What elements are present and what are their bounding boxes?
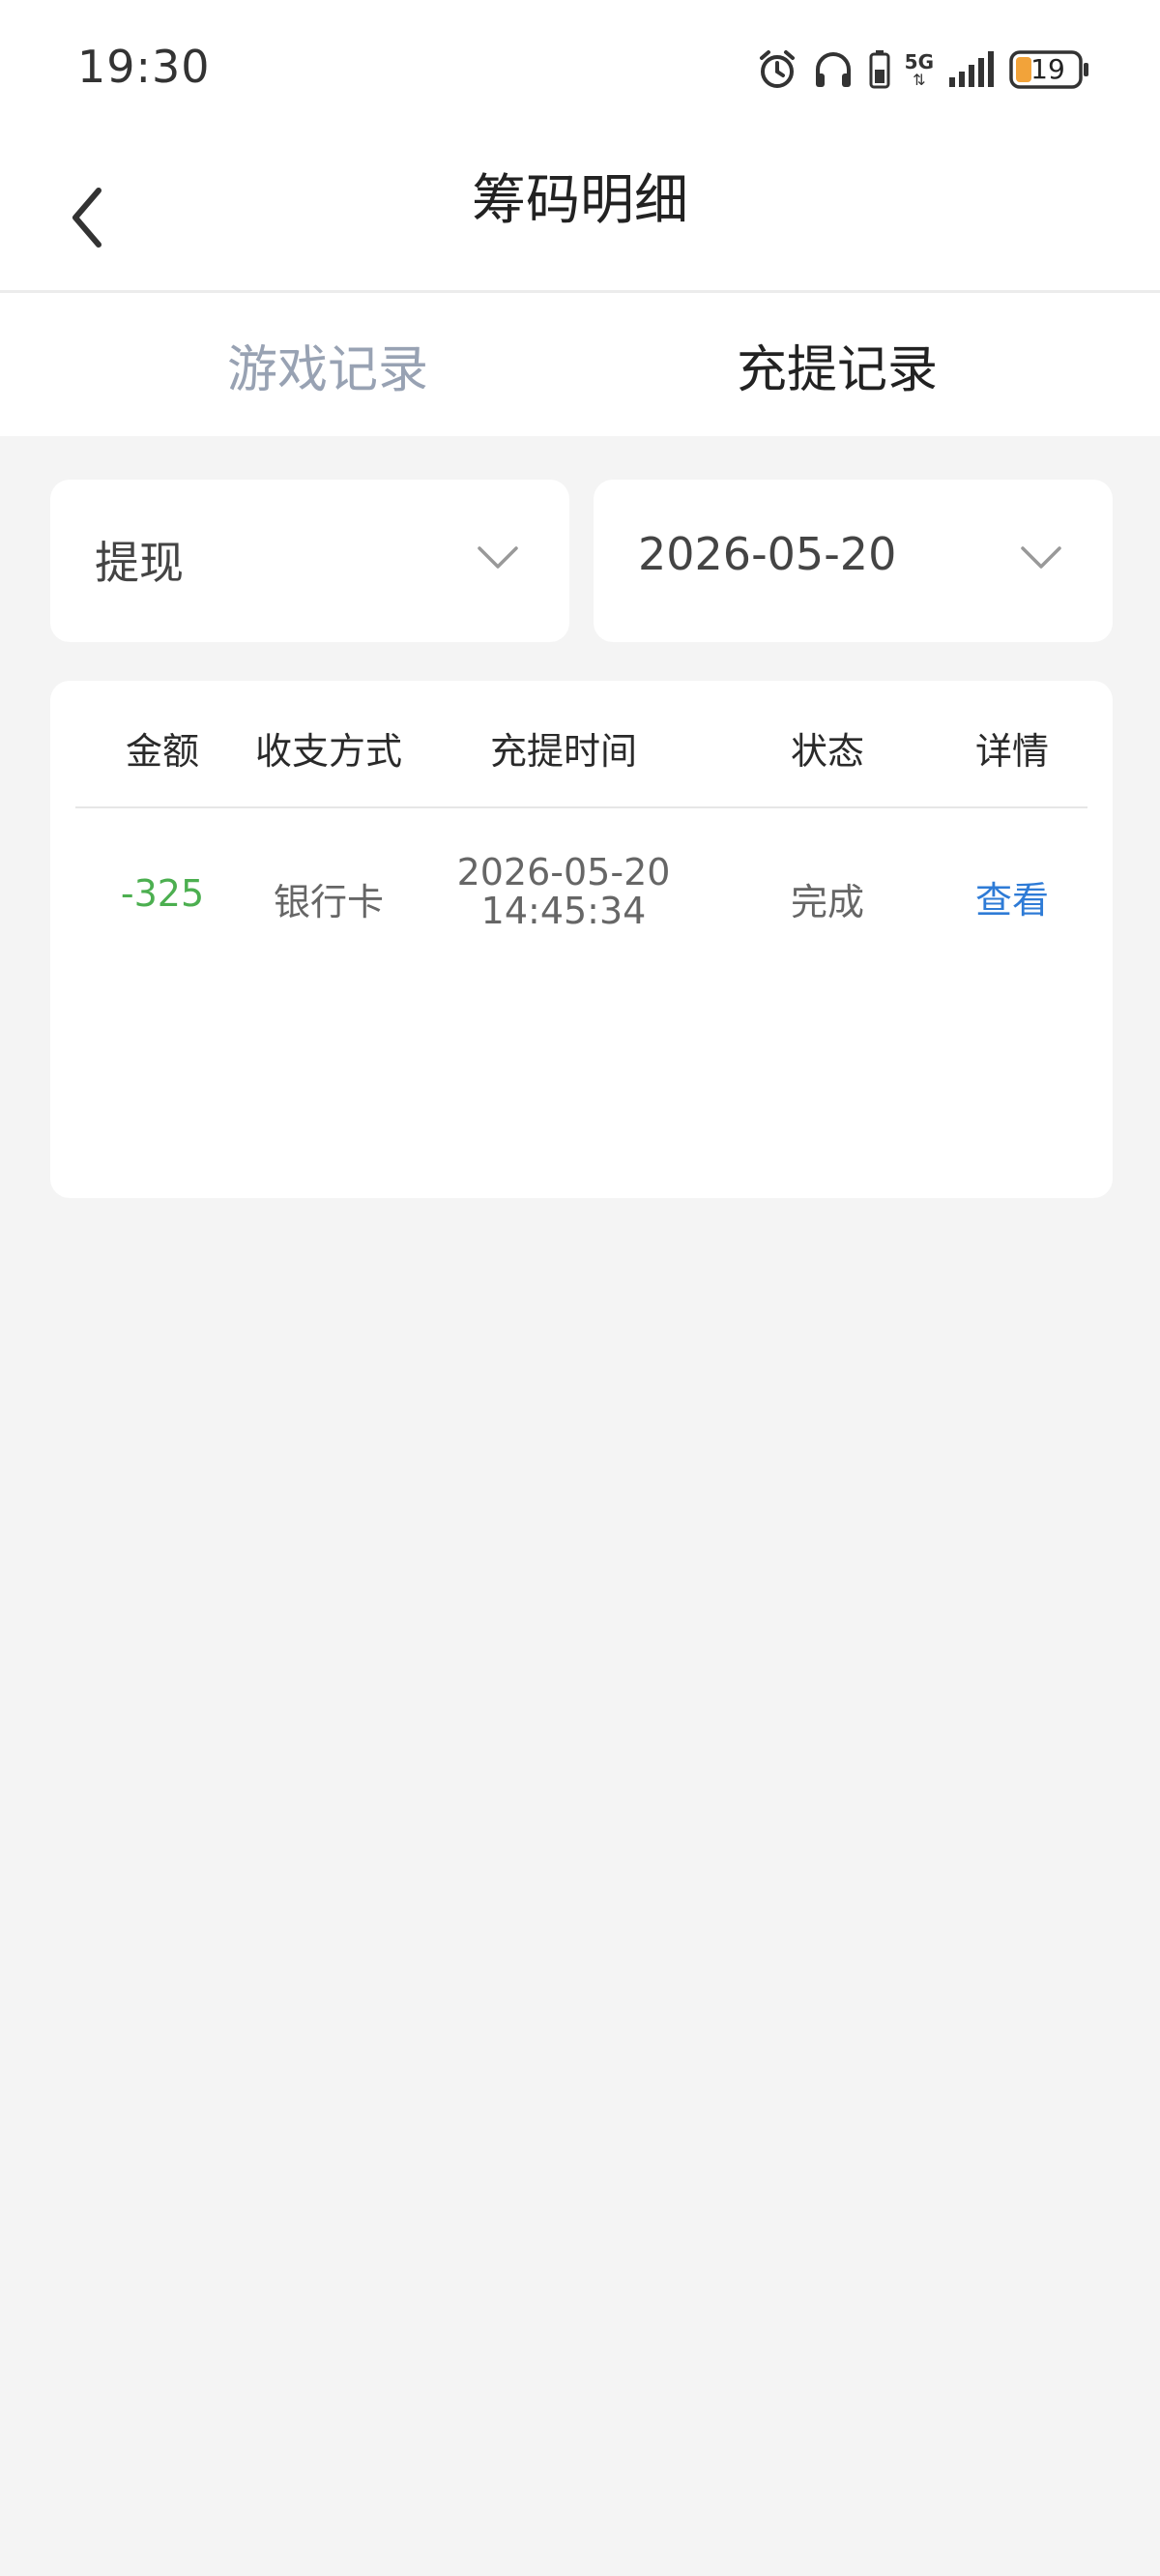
status-icons: 5G ⇅ 19	[756, 44, 1090, 95]
type-filter-value: 提现	[95, 537, 184, 589]
tab-bar: 游戏记录 充提记录	[0, 293, 1160, 436]
column-header-amount: 金额	[125, 730, 200, 773]
signal-icon	[947, 48, 996, 91]
chevron-down-icon	[1021, 546, 1061, 569]
data-arrows-icon: ⇅	[913, 71, 926, 89]
type-filter-dropdown[interactable]: 提现	[50, 480, 569, 642]
row-method: 银行卡	[273, 881, 385, 923]
table-header: 金额 收支方式 充提时间 状态 详情	[75, 681, 1088, 808]
row-status: 完成	[790, 881, 865, 923]
row-time: 14:45:34	[480, 890, 647, 932]
nav-bar: 筹码明细	[0, 145, 1160, 293]
column-header-method: 收支方式	[254, 730, 403, 773]
row-amount: -325	[120, 872, 205, 915]
column-header-time: 充提时间	[489, 730, 638, 773]
date-filter-value: 2026-05-20	[638, 528, 897, 580]
chevron-down-icon	[478, 546, 518, 569]
column-header-detail: 详情	[974, 730, 1050, 773]
status-bar: 19:30 5G ⇅ 19	[0, 0, 1160, 145]
tab-recharge-records[interactable]: 充提记录	[580, 293, 1160, 436]
headphones-icon	[812, 48, 855, 91]
date-filter-dropdown[interactable]: 2026-05-20	[594, 480, 1113, 642]
tab-game-records[interactable]: 游戏记录	[39, 293, 619, 436]
view-detail-link[interactable]: 查看	[975, 870, 1049, 923]
row-datetime: 2026-05-20 14:45:34	[457, 853, 671, 930]
battery-icon: 19	[1009, 48, 1090, 91]
column-header-status: 状态	[790, 730, 865, 773]
row-date: 2026-05-20	[456, 851, 671, 893]
device-battery-icon	[868, 48, 891, 91]
page-title: 筹码明细	[472, 169, 688, 232]
network-5g-icon: 5G ⇅	[904, 50, 934, 89]
records-table: 金额 收支方式 充提时间 状态 详情 -325 银行卡 2026-05-20 1…	[50, 681, 1113, 1198]
alarm-icon	[756, 48, 798, 91]
status-time: 19:30	[77, 41, 211, 93]
